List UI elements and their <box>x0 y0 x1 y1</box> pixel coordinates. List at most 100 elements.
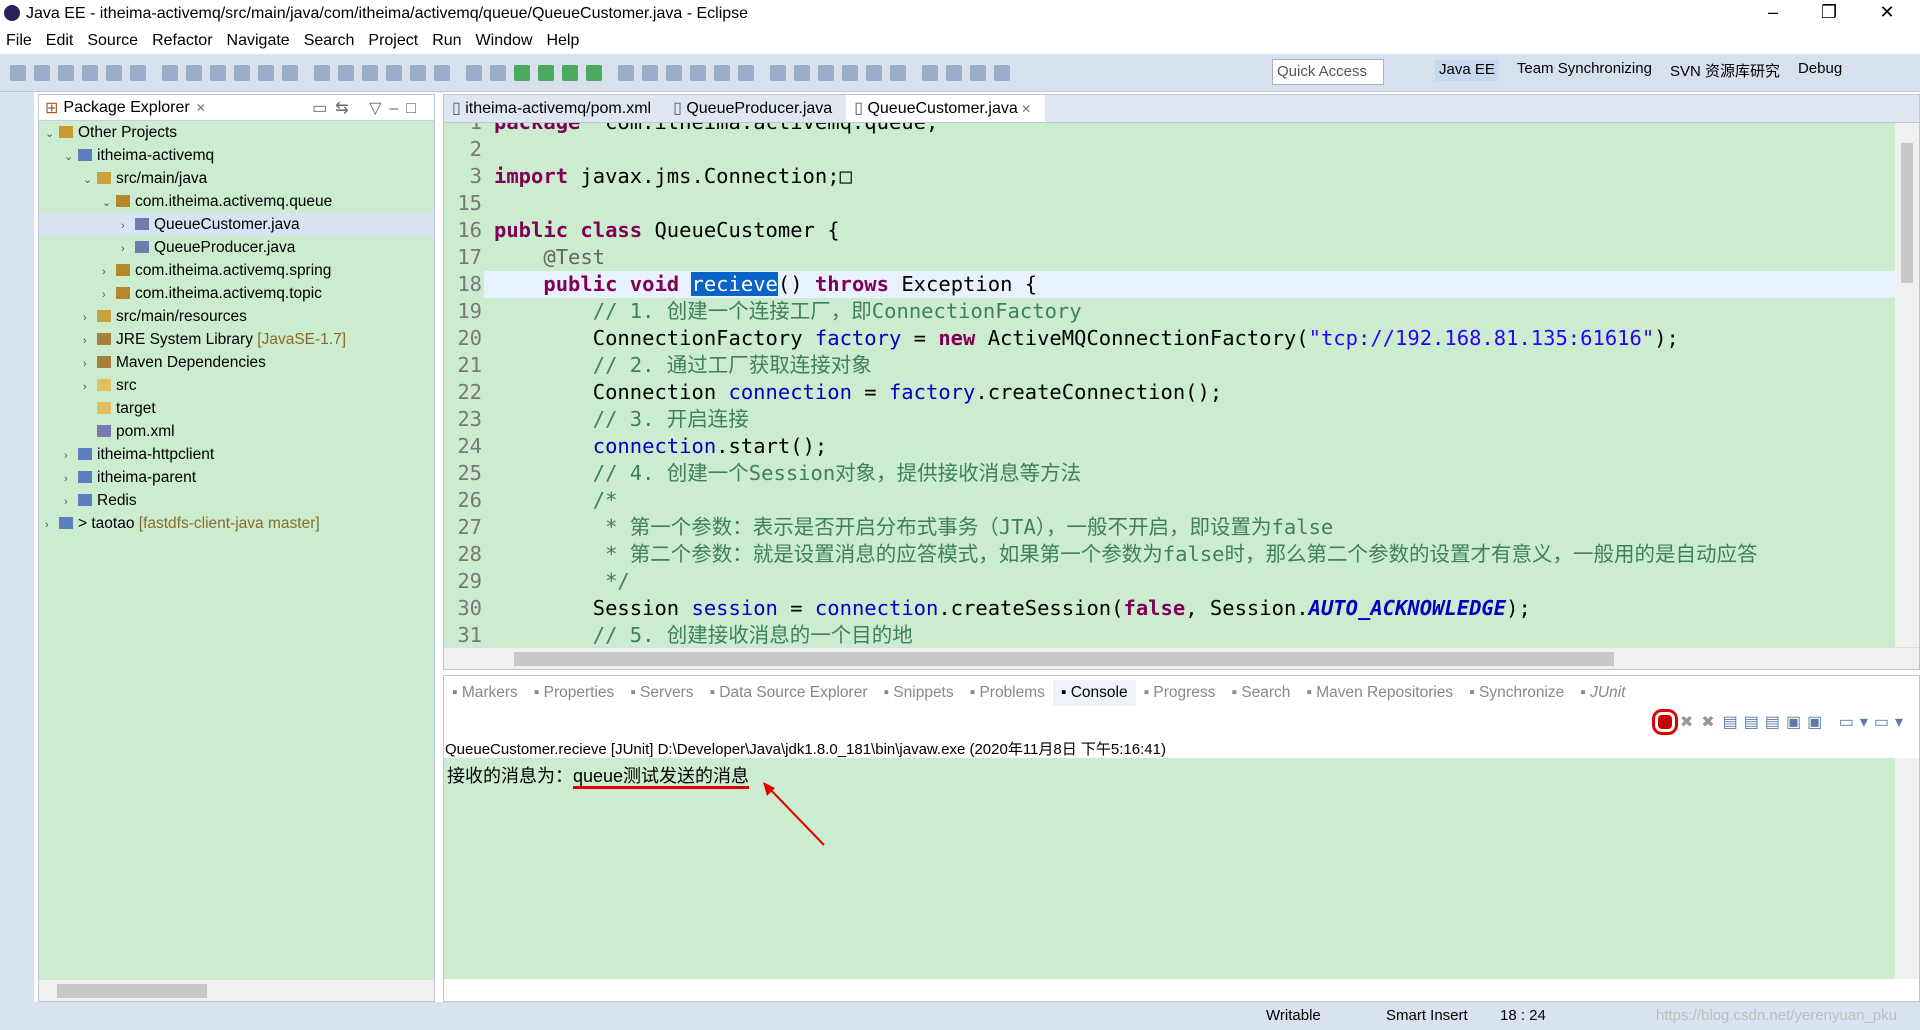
tree-item[interactable]: › Maven Dependencies <box>39 351 434 374</box>
expand-arrow-icon[interactable]: › <box>64 468 78 491</box>
toolbar-button-icon[interactable] <box>130 64 146 81</box>
tab-synchronize[interactable]: ▪ Synchronize <box>1461 680 1572 706</box>
remove-launch-icon[interactable]: ✖ <box>1680 712 1693 732</box>
code-line[interactable]: 16 public class QueueCustomer { <box>444 217 1895 244</box>
menu-help[interactable]: Help <box>546 32 579 50</box>
code-line[interactable]: 30 Session session = connection.createSe… <box>444 595 1895 622</box>
menu-refactor[interactable]: Refactor <box>152 32 212 50</box>
toolbar-button-icon[interactable] <box>162 64 178 81</box>
toolbar-button-icon[interactable] <box>210 64 226 81</box>
toolbar-button-icon[interactable] <box>106 64 122 81</box>
close-button[interactable]: ✕ <box>1864 2 1910 23</box>
tree-item[interactable]: › itheima-httpclient <box>39 443 434 466</box>
quick-access-input[interactable]: Quick Access <box>1272 59 1384 85</box>
toolbar-button-icon[interactable] <box>538 64 554 81</box>
toolbar-button-icon[interactable] <box>490 64 506 81</box>
code-line[interactable]: 18 public void recieve() throws Exceptio… <box>444 271 1895 298</box>
tab-junit[interactable]: ▪ JUnit <box>1572 680 1633 706</box>
expand-arrow-icon[interactable]: ⌄ <box>83 169 97 192</box>
tree-item[interactable]: target <box>39 397 434 420</box>
menu-window[interactable]: Window <box>476 32 533 50</box>
toolbar-button-icon[interactable] <box>922 64 938 81</box>
tree-item[interactable]: ⌄ Other Projects <box>39 121 434 144</box>
toolbar-button-icon[interactable] <box>82 64 98 81</box>
expand-arrow-icon[interactable]: › <box>121 215 135 238</box>
expand-arrow-icon[interactable]: ⌄ <box>45 123 59 146</box>
tree-item[interactable]: › Redis <box>39 489 434 512</box>
code-line[interactable]: 22 Connection connection = factory.creat… <box>444 379 1895 406</box>
expand-arrow-icon[interactable]: › <box>64 491 78 514</box>
toolbar-button-icon[interactable] <box>890 64 906 81</box>
code-line[interactable]: 29 */ <box>444 568 1895 595</box>
code-line[interactable]: 25 // 4. 创建一个Session对象，提供接收消息等方法 <box>444 460 1895 487</box>
toolbar-button-icon[interactable] <box>410 64 426 81</box>
toolbar-button-icon[interactable] <box>714 64 730 81</box>
code-line[interactable]: 1package com.itheima.activemq.queue; <box>444 123 1895 136</box>
tree-item[interactable]: › com.itheima.activemq.spring <box>39 259 434 282</box>
code-line[interactable]: 2 <box>444 136 1895 163</box>
tree-item[interactable]: ⌄ src/main/java <box>39 167 434 190</box>
tab-maven-repositories[interactable]: ▪ Maven Repositories <box>1298 680 1461 706</box>
code-line[interactable]: 21 // 2. 通过工厂获取连接对象 <box>444 352 1895 379</box>
toolbar-button-icon[interactable] <box>866 64 882 81</box>
toolbar-button-icon[interactable] <box>514 64 530 81</box>
toolbar-button-icon[interactable] <box>562 64 578 81</box>
close-tab-icon[interactable]: ✕ <box>1018 102 1031 116</box>
toolbar-button-icon[interactable] <box>434 64 450 81</box>
horizontal-scrollbar[interactable] <box>444 647 1919 669</box>
code-line[interactable]: 27 * 第一个参数：表示是否开启分布式事务（JTA），一般不开启，即设置为fa… <box>444 514 1895 541</box>
menu-search[interactable]: Search <box>304 32 355 50</box>
tree-item[interactable]: › com.itheima.activemq.topic <box>39 282 434 305</box>
menu-file[interactable]: File <box>6 32 32 50</box>
toolbar-button-icon[interactable] <box>282 64 298 81</box>
toolbar-button-icon[interactable] <box>10 64 26 81</box>
toolbar-button-icon[interactable] <box>666 64 682 81</box>
tree-item[interactable]: › itheima-parent <box>39 466 434 489</box>
tab-data-source-explorer[interactable]: ▪ Data Source Explorer <box>701 680 875 706</box>
menu-edit[interactable]: Edit <box>46 32 74 50</box>
close-icon[interactable]: ✕ <box>196 101 206 115</box>
toolbar-button-icon[interactable] <box>234 64 250 81</box>
toolbar-button-icon[interactable] <box>362 64 378 81</box>
expand-arrow-icon[interactable]: › <box>83 330 97 353</box>
tab-progress[interactable]: ▪ Progress <box>1136 680 1224 706</box>
editor-tab[interactable]: ▯ QueueProducer.java <box>665 95 846 122</box>
toolbar-button-icon[interactable] <box>970 64 986 81</box>
toolbar-button-icon[interactable] <box>586 64 602 81</box>
toolbar-button-icon[interactable] <box>618 64 634 81</box>
toolbar-button-icon[interactable] <box>34 64 50 81</box>
minimize-button[interactable]: – <box>1750 2 1796 23</box>
tab-search[interactable]: ▪ Search <box>1223 680 1298 706</box>
perspective-svn-资源库研究[interactable]: SVN 资源库研究 <box>1670 60 1780 81</box>
code-line[interactable]: 17 @Test <box>444 244 1895 271</box>
toolbar-button-icon[interactable] <box>314 64 330 81</box>
tab-console[interactable]: ▪ Console <box>1052 680 1136 706</box>
toolbar-button-icon[interactable] <box>258 64 274 81</box>
code-line[interactable]: 23 // 3. 开启连接 <box>444 406 1895 433</box>
tree-item[interactable]: › QueueProducer.java <box>39 236 434 259</box>
tree-item[interactable]: ⌄ com.itheima.activemq.queue <box>39 190 434 213</box>
tree-item[interactable]: › QueueCustomer.java <box>39 213 434 236</box>
expand-arrow-icon[interactable]: ⌄ <box>64 146 78 169</box>
expand-arrow-icon[interactable]: › <box>102 284 116 307</box>
perspective-team-synchronizing[interactable]: Team Synchronizing <box>1517 60 1652 81</box>
menu-navigate[interactable]: Navigate <box>227 32 290 50</box>
code-line[interactable]: 3 import javax.jms.Connection;□ <box>444 163 1895 190</box>
code-line[interactable]: 28 * 第二个参数：就是设置消息的应答模式，如果第一个参数为false时，那么… <box>444 541 1895 568</box>
console-scrollbar[interactable] <box>1895 758 1919 979</box>
toolbar-button-icon[interactable] <box>794 64 810 81</box>
perspective-java-ee[interactable]: Java EE <box>1435 60 1499 81</box>
code-line[interactable]: 31 // 5. 创建接收消息的一个目的地 <box>444 622 1895 647</box>
toolbar-button-icon[interactable] <box>690 64 706 81</box>
package-explorer-title[interactable]: Package Explorer <box>63 99 189 117</box>
tree-item[interactable]: › JRE System Library [JavaSE-1.7] <box>39 328 434 351</box>
tab-markers[interactable]: ▪ Markers <box>444 680 526 706</box>
remove-all-icon[interactable]: ✖ <box>1701 712 1714 732</box>
menu-project[interactable]: Project <box>368 32 418 50</box>
menu-run[interactable]: Run <box>432 32 461 50</box>
menu-source[interactable]: Source <box>87 32 138 50</box>
expand-arrow-icon[interactable]: ⌄ <box>102 192 116 215</box>
toolbar-button-icon[interactable] <box>58 64 74 81</box>
toolbar-button-icon[interactable] <box>386 64 402 81</box>
view-menu-icons[interactable]: ▭⇆ ▽–□ <box>312 98 424 118</box>
